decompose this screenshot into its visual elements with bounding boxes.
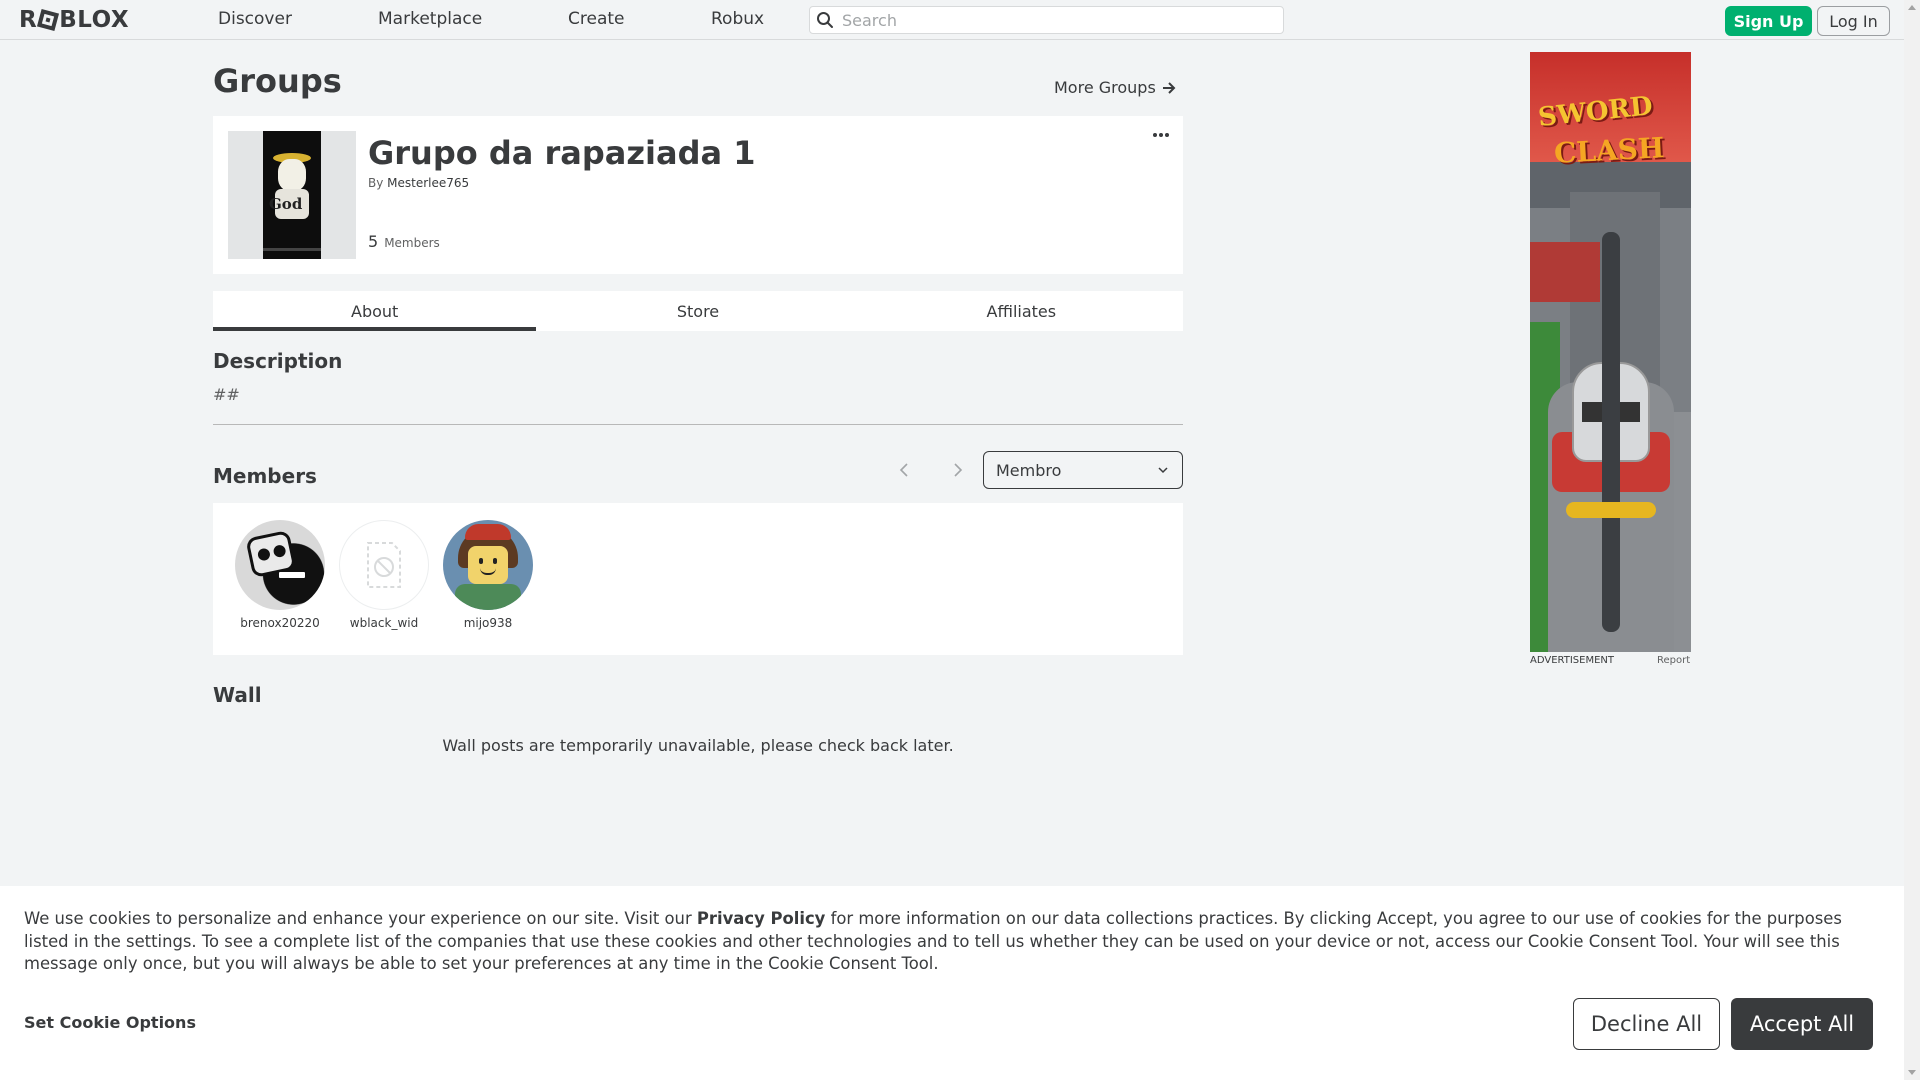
chevron-right-icon[interactable] xyxy=(947,460,967,480)
members-list: brenox20220 wblack_wid mijo938 xyxy=(213,503,1183,655)
owner-link[interactable]: Mesterlee765 xyxy=(387,176,469,190)
member-name[interactable]: mijo938 xyxy=(436,616,540,630)
role-selected-label: Membro xyxy=(996,460,1062,480)
member-count-label: Members xyxy=(384,236,440,250)
tab-affiliates[interactable]: Affiliates xyxy=(860,291,1183,331)
group-tabs: About Store Affiliates xyxy=(213,291,1183,331)
ad-title-line-2: CLASH xyxy=(1553,131,1666,170)
cookie-text-start: We use cookies to personalize and enhanc… xyxy=(24,909,697,928)
more-groups-label: More Groups xyxy=(1054,78,1156,97)
tab-store[interactable]: Store xyxy=(536,291,859,331)
role-dropdown[interactable]: Membro xyxy=(983,451,1183,489)
tab-about[interactable]: About xyxy=(213,291,537,331)
nav-robux[interactable]: Robux xyxy=(711,9,764,29)
nav-discover[interactable]: Discover xyxy=(218,9,292,29)
wall-unavailable-message: Wall posts are temporarily unavailable, … xyxy=(442,736,954,755)
top-navigation: R BLOX Discover Marketplace Create Robux … xyxy=(0,0,1904,40)
member-card[interactable]: brenox20220 xyxy=(228,520,332,630)
set-cookie-options-link[interactable]: Set Cookie Options xyxy=(24,1013,196,1032)
members-title: Members xyxy=(213,464,317,488)
search-input[interactable] xyxy=(842,10,1262,30)
decline-all-button[interactable]: Decline All xyxy=(1573,998,1720,1050)
page-scrollbar[interactable] xyxy=(1904,0,1920,1080)
more-groups-link[interactable]: More Groups xyxy=(1054,78,1176,97)
report-ad-link[interactable]: Report xyxy=(1657,655,1690,666)
member-avatar[interactable] xyxy=(235,520,325,610)
arrow-right-icon xyxy=(1162,81,1176,94)
scroll-up-arrow-icon[interactable] xyxy=(1908,5,1916,10)
search-icon xyxy=(817,12,833,28)
more-options-icon[interactable] xyxy=(1153,133,1169,137)
member-name[interactable]: wblack_wid xyxy=(332,616,436,630)
member-card[interactable]: wblack_wid xyxy=(332,520,436,630)
chevron-left-icon[interactable] xyxy=(895,460,915,480)
section-divider xyxy=(213,424,1183,425)
member-card[interactable]: mijo938 xyxy=(436,520,540,630)
cookie-banner: We use cookies to personalize and enhanc… xyxy=(0,886,1904,1080)
emblem-text: God xyxy=(269,195,303,213)
scroll-down-arrow-icon[interactable] xyxy=(1908,1070,1916,1075)
advertisement-banner[interactable]: SWORD CLASH xyxy=(1530,52,1691,652)
privacy-policy-link[interactable]: Privacy Policy xyxy=(697,909,825,928)
page-title: Groups xyxy=(213,62,342,100)
unavailable-avatar-icon xyxy=(367,542,401,588)
nav-create[interactable]: Create xyxy=(568,9,625,29)
description-title: Description xyxy=(213,349,343,373)
search-box[interactable] xyxy=(809,6,1284,34)
log-in-button[interactable]: Log In xyxy=(1817,6,1890,36)
group-name: Grupo da rapaziada 1 xyxy=(368,134,756,172)
chevron-down-icon xyxy=(1158,467,1168,474)
group-owner: By Mesterlee765 xyxy=(368,176,469,190)
wall-title: Wall xyxy=(213,683,262,707)
member-count-value: 5 xyxy=(368,232,379,251)
advertisement-label: ADVERTISEMENT xyxy=(1530,655,1615,666)
cookie-message: We use cookies to personalize and enhanc… xyxy=(24,908,1884,976)
sign-up-button[interactable]: Sign Up xyxy=(1725,6,1812,36)
member-name[interactable]: brenox20220 xyxy=(228,616,332,630)
description-text: ## xyxy=(213,385,240,404)
group-header-card: God Grupo da rapaziada 1 By Mesterlee765… xyxy=(213,116,1183,274)
nav-marketplace[interactable]: Marketplace xyxy=(378,9,482,29)
by-label: By xyxy=(368,176,384,190)
member-avatar[interactable] xyxy=(339,520,429,610)
group-emblem-image: God xyxy=(263,131,321,259)
group-emblem: God xyxy=(228,131,356,259)
accept-all-button[interactable]: Accept All xyxy=(1731,998,1873,1050)
member-avatar[interactable] xyxy=(443,520,533,610)
roblox-logo[interactable]: R BLOX xyxy=(19,7,129,33)
group-member-count: 5 Members xyxy=(368,232,440,251)
